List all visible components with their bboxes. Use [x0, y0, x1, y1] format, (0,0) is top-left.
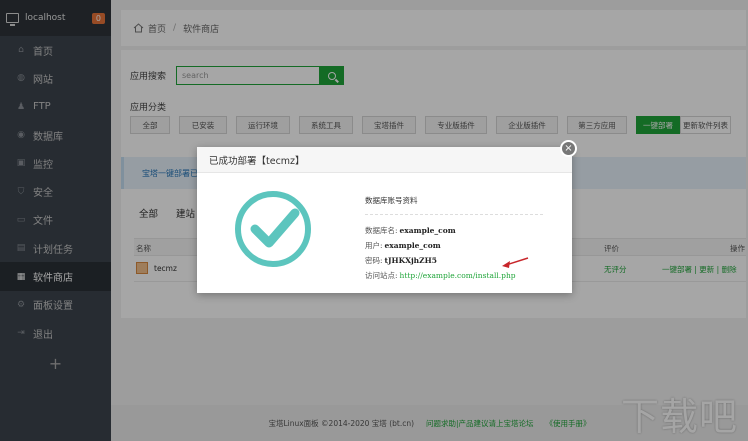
red-arrow-annotation: [502, 257, 529, 268]
db-pass-value: tJHKXjhZH5: [384, 256, 437, 265]
db-user-label: 用户:: [365, 241, 383, 250]
site-label: 访问站点:: [365, 271, 398, 280]
close-icon[interactable]: ×: [560, 140, 577, 157]
db-info-title: 数据库账号资料: [365, 195, 543, 215]
db-name-value: example_com: [399, 226, 456, 235]
site-url-link[interactable]: http://example.com/install.php: [400, 271, 516, 280]
success-check-icon: [233, 189, 313, 272]
db-name-label: 数据库名:: [365, 226, 398, 235]
db-pass-label: 密码:: [365, 256, 383, 265]
deploy-success-dialog: 已成功部署【tecmz】 × 数据库账号资料 数据库名: example_com …: [197, 140, 577, 293]
db-info: 数据库账号资料 数据库名: example_com 用户: example_com …: [365, 195, 543, 283]
db-user-value: example_com: [384, 241, 441, 250]
dialog-title: 已成功部署【tecmz】: [197, 147, 572, 173]
